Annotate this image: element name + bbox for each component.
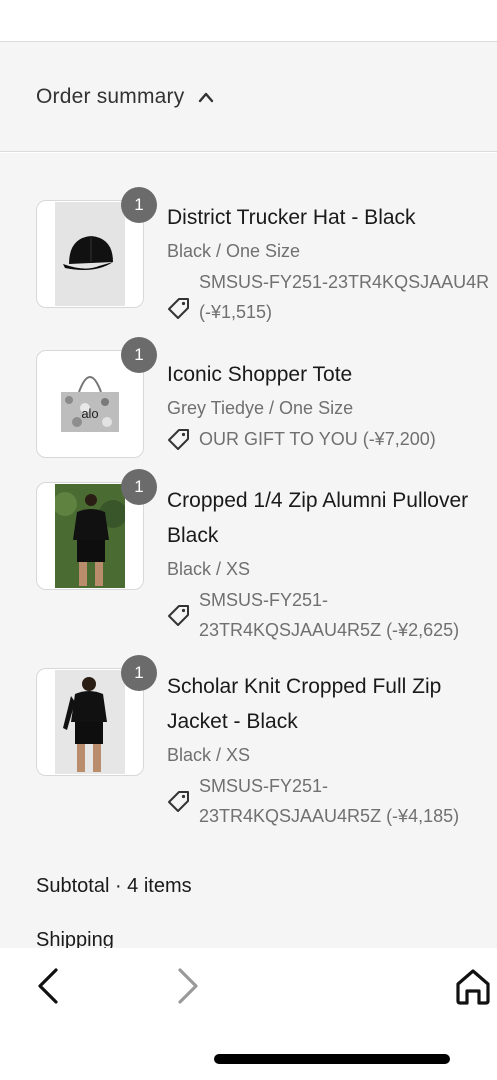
tag-icon [168,605,189,626]
chevron-up-icon [199,92,214,102]
discount-code: SMSUS-FY251- [199,776,329,796]
quantity-badge: 1 [121,337,157,373]
product-name-line-2: Black [167,524,219,547]
home-icon[interactable] [454,966,492,1006]
chevron-left-icon[interactable] [34,966,64,1006]
discount-amount: (-¥1,515) [199,302,273,322]
quantity-badge: 1 [121,469,157,505]
discount-row: OUR GIFT TO YOU (-¥7,200) [167,424,497,454]
subtotal-label: Subtotal · 4 items [36,875,192,897]
product-name: District Trucker Hat - Black [167,206,416,229]
product-thumbnail: alo 1 [36,337,157,458]
discount-row: SMSUS-FY251- 23TR4KQSJAAU4R5Z (-¥4,185) [167,771,497,831]
product-thumbnail: 1 [36,187,157,308]
quantity-badge: 1 [121,187,157,223]
product-name: Iconic Shopper Tote [167,363,353,386]
discount-label: OUR GIFT TO YOU (-¥7,200) [199,429,436,449]
discount-code-amount: 23TR4KQSJAAU4R5Z (-¥2,625) [199,620,460,640]
tag-icon [168,791,189,812]
tote-bag-image: alo [55,352,125,456]
discount-code: SMSUS-FY251-23TR4KQSJAAU4R [199,272,490,292]
browser-toolbar [0,948,497,1080]
top-header-strip [0,0,497,42]
discount-code: SMSUS-FY251- [199,590,329,610]
order-summary-toggle[interactable]: Order summary [0,42,497,152]
product-thumbnail: 1 [36,469,157,590]
discount-row: SMSUS-FY251- 23TR4KQSJAAU4R5Z (-¥2,625) [167,585,497,645]
home-indicator[interactable] [214,1054,450,1064]
quantity-badge: 1 [121,655,157,691]
product-variant: Grey Tiedye / One Size [167,398,354,418]
product-variant: Black / One Size [167,241,301,261]
pullover-model-image [55,484,125,588]
jacket-model-image [55,670,125,774]
discount-row: SMSUS-FY251-23TR4KQSJAAU4R (-¥1,515) [167,267,497,327]
product-name: Cropped 1/4 Zip Alumni Pullover [167,489,469,512]
order-summary-title: Order summary [36,84,185,108]
tag-icon [168,298,189,319]
product-variant: Black / XS [167,745,251,765]
product-variant: Black / XS [167,559,251,579]
product-thumbnail: 1 [36,655,157,776]
product-name: Scholar Knit Cropped Full Zip [167,675,442,698]
svg-text:alo: alo [81,406,98,421]
discount-code-amount: 23TR4KQSJAAU4R5Z (-¥4,185) [199,806,460,826]
trucker-hat-image [55,202,125,306]
product-name-line-2: Jacket - Black [167,710,298,733]
tag-icon [168,429,189,450]
chevron-right-icon[interactable] [172,966,202,1006]
shipping-label: Shipping [36,929,114,948]
order-summary-content: 1 District Trucker Hat - Black Black / O… [0,153,497,948]
